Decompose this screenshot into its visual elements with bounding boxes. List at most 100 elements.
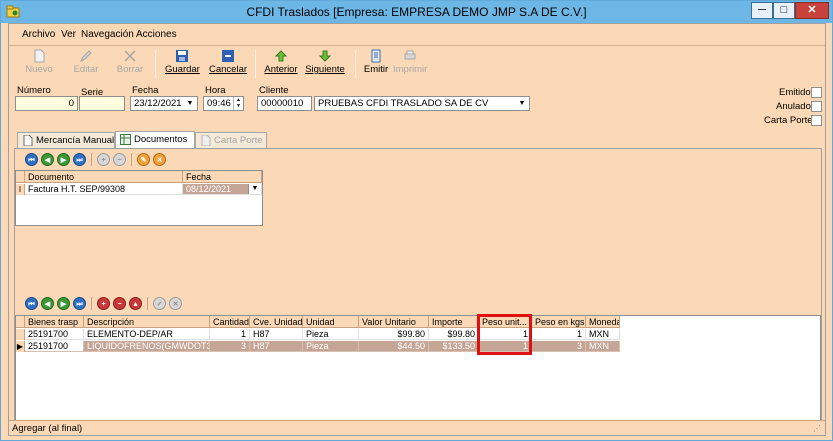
valor-unitario-cell[interactable]: $99.80 [359, 329, 429, 340]
edit-record-icon[interactable]: ✎ [137, 153, 150, 166]
emitido-checkbox[interactable] [811, 87, 822, 98]
descripcion-cell[interactable]: LIQUIDOFRENOS(GMWDOT3)( [84, 341, 210, 352]
prior-record-icon[interactable]: ◀ [41, 297, 54, 310]
column-header-fecha[interactable]: Fecha [183, 171, 262, 183]
unidad-cell[interactable]: Pieza [303, 341, 359, 352]
spinner-icon[interactable]: ▲ ▼ [233, 97, 243, 110]
first-record-icon[interactable]: ⏮ [25, 297, 38, 310]
tab-documentos[interactable]: Documentos [115, 131, 195, 148]
prior-record-icon[interactable]: ◀ [41, 153, 54, 166]
next-record-icon[interactable]: ▶ [57, 297, 70, 310]
hora-field[interactable]: 09:46 ▲ ▼ [203, 96, 244, 111]
nuevo-button[interactable]: Nuevo [23, 49, 55, 81]
tab-carta-porte[interactable]: Carta Porte [195, 132, 267, 148]
insert-record-icon[interactable]: + [97, 297, 110, 310]
menu-archivo[interactable]: Archivo [22, 29, 55, 40]
column-header-moneda[interactable]: Moneda [586, 316, 620, 328]
column-header-descripcion[interactable]: Descripción [84, 316, 210, 328]
minimize-button[interactable]: ─ [751, 2, 773, 19]
siguiente-button[interactable]: Siguiente [305, 49, 345, 81]
first-record-icon[interactable]: ⏮ [25, 153, 38, 166]
column-header-peso-kgs[interactable]: Peso en kgs. [532, 316, 586, 328]
refresh-record-icon[interactable]: ✓ [153, 297, 166, 310]
moneda-cell[interactable]: MXN [586, 329, 620, 340]
title-bar[interactable]: CFDI Traslados [Empresa: EMPRESA DEMO JM… [1, 1, 832, 23]
documentos-grid[interactable]: Documento Fecha I Factura H.T. SEP/99308… [15, 170, 263, 226]
column-header-valor-unitario[interactable]: Valor Unitario [359, 316, 429, 328]
descripcion-cell[interactable]: ELEMENTO-DEP/AR [84, 329, 210, 340]
delete-record-icon[interactable]: − [113, 297, 126, 310]
cantidad-cell[interactable]: 3 [210, 341, 250, 352]
serie-field[interactable] [79, 96, 125, 111]
anulado-checkbox[interactable] [811, 101, 822, 112]
emitir-button[interactable]: Emitir [361, 49, 391, 81]
borrar-button[interactable]: Borrar [115, 49, 145, 81]
toolbar-separator [155, 50, 156, 78]
chevron-down-icon[interactable]: ▼ [248, 184, 261, 194]
guardar-label: Guardar [165, 64, 200, 75]
bienes-cell[interactable]: 25191700 [25, 341, 84, 352]
fecha-cell[interactable]: 08/12/2021 ▼ [183, 184, 262, 195]
menu-acciones[interactable]: Acciones [136, 29, 177, 40]
cliente-code-field[interactable]: 00000010 [257, 96, 312, 111]
last-record-icon[interactable]: ⏭ [73, 297, 86, 310]
emitir-label: Emitir [363, 64, 389, 75]
column-header-bienes[interactable]: Bienes trasp [25, 316, 84, 328]
menu-ver[interactable]: Ver [61, 29, 76, 40]
client-area: Archivo Ver Navegación Acciones Nuevo Ed… [8, 23, 826, 436]
tab-mercancia-manual[interactable]: Mercancía Manual [17, 132, 115, 148]
column-header-unidad[interactable]: Unidad [303, 316, 359, 328]
row-indicator: I [16, 184, 25, 195]
imprimir-label: Imprimir [393, 64, 428, 75]
anterior-button[interactable]: Anterior [263, 49, 299, 81]
maximize-icon: □ [780, 4, 788, 16]
column-header-cantidad[interactable]: Cantidad [210, 316, 250, 328]
menu-navegacion[interactable]: Navegación [81, 29, 134, 40]
imprimir-button[interactable]: Imprimir [393, 49, 427, 81]
numero-field[interactable]: 0 [15, 96, 78, 111]
chevron-down-icon[interactable]: ▼ [183, 97, 197, 110]
cancel-record-icon[interactable]: ✕ [169, 297, 182, 310]
navigator-separator [131, 153, 132, 166]
numero-label: Número [17, 85, 51, 96]
cliente-name-value: PRUEBAS CFDI TRASLADO SA DE CV [318, 98, 489, 109]
toolbar-separator [255, 50, 256, 78]
documento-cell[interactable]: Factura H.T. SEP/99308 [25, 184, 183, 195]
cancel-record-icon[interactable]: ✕ [153, 153, 166, 166]
peso-unit-highlight [477, 314, 532, 355]
close-icon: ✕ [807, 4, 817, 16]
cancelar-button[interactable]: Cancelar [209, 49, 247, 81]
fecha-field[interactable]: 23/12/2021 ▼ [130, 96, 198, 111]
column-header-importe[interactable]: Importe [429, 316, 479, 328]
cantidad-cell[interactable]: 1 [210, 329, 250, 340]
tab-documentos-label: Documentos [134, 134, 188, 145]
delete-record-icon[interactable]: − [113, 153, 126, 166]
add-record-icon[interactable]: + [97, 153, 110, 166]
valor-unitario-cell[interactable]: $44.50 [359, 341, 429, 352]
carta-porte-checkbox[interactable] [811, 115, 822, 126]
cancelar-label: Cancelar [209, 64, 248, 75]
bienes-cell[interactable]: 25191700 [25, 329, 84, 340]
importe-cell[interactable]: $99.80 [429, 329, 479, 340]
column-header-cve-unidad[interactable]: Cve. Unidad [250, 316, 303, 328]
unidad-cell[interactable]: Pieza [303, 329, 359, 340]
peso-kgs-cell[interactable]: 1 [532, 329, 586, 340]
chevron-down-icon[interactable]: ▼ [515, 97, 529, 110]
cve-unidad-cell[interactable]: H87 [250, 341, 303, 352]
importe-cell[interactable]: $133.50 [429, 341, 479, 352]
peso-kgs-cell[interactable]: 3 [532, 341, 586, 352]
status-bar: Agregar (al final) ⋰ [9, 420, 825, 435]
maximize-button[interactable]: □ [773, 2, 795, 19]
cliente-name-select[interactable]: PRUEBAS CFDI TRASLADO SA DE CV ▼ [314, 96, 530, 111]
moneda-cell[interactable]: MXN [586, 341, 620, 352]
guardar-button[interactable]: Guardar [165, 49, 200, 81]
bienes-grid[interactable]: Bienes trasp Descripción Cantidad Cve. U… [15, 314, 821, 427]
next-record-icon[interactable]: ▶ [57, 153, 70, 166]
post-record-icon[interactable]: ▲ [129, 297, 142, 310]
resize-grip-icon[interactable]: ⋰ [813, 424, 823, 434]
cve-unidad-cell[interactable]: H87 [250, 329, 303, 340]
editar-button[interactable]: Editar [71, 49, 101, 81]
close-button[interactable]: ✕ [795, 2, 829, 19]
last-record-icon[interactable]: ⏭ [73, 153, 86, 166]
column-header-documento[interactable]: Documento [25, 171, 183, 183]
